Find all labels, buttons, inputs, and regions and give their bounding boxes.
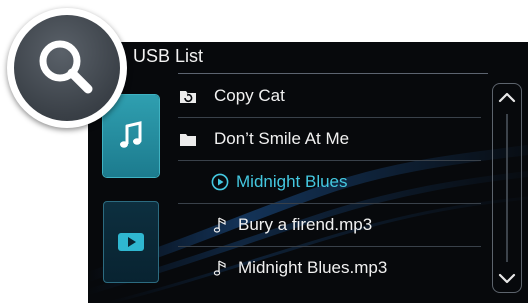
- header-divider: [178, 73, 488, 74]
- folder-up-icon: [179, 87, 197, 105]
- row-divider: [178, 246, 481, 247]
- list-item-label: Bury a firend.mp3: [238, 215, 373, 234]
- search-icon: [14, 15, 120, 121]
- search-button[interactable]: [7, 8, 127, 128]
- video-source-button[interactable]: [103, 201, 159, 283]
- play-icon: [104, 202, 158, 282]
- scrollbar[interactable]: [492, 83, 522, 293]
- row-divider: [178, 117, 481, 118]
- list-item-label: Copy Cat: [214, 86, 285, 105]
- list-item-label: Don’t Smile At Me: [214, 129, 350, 148]
- chevron-up-icon[interactable]: [498, 90, 516, 104]
- playing-icon: [211, 173, 229, 191]
- list-item[interactable]: Bury a firend.mp3: [176, 205, 481, 247]
- scroll-track[interactable]: [506, 114, 508, 262]
- music-note-icon: [212, 216, 230, 234]
- folder-icon: [179, 130, 197, 148]
- list-item-playing[interactable]: Midnight Blues: [176, 162, 481, 204]
- music-note-icon: [212, 259, 230, 277]
- list-item-label: Midnight Blues.mp3: [238, 258, 388, 277]
- row-divider: [178, 160, 481, 161]
- usb-list-screen: USB List Copy Cat Don’t Smile At Me Midn…: [88, 42, 528, 303]
- list-item[interactable]: Copy Cat: [176, 76, 481, 118]
- row-divider: [178, 203, 481, 204]
- header-bar: USB List: [88, 42, 528, 74]
- list-item-label: Midnight Blues: [236, 172, 348, 191]
- list-item[interactable]: Don’t Smile At Me: [176, 119, 481, 161]
- page-title: USB List: [133, 46, 204, 66]
- chevron-down-icon[interactable]: [498, 272, 516, 286]
- list-item[interactable]: Midnight Blues.mp3: [176, 248, 481, 290]
